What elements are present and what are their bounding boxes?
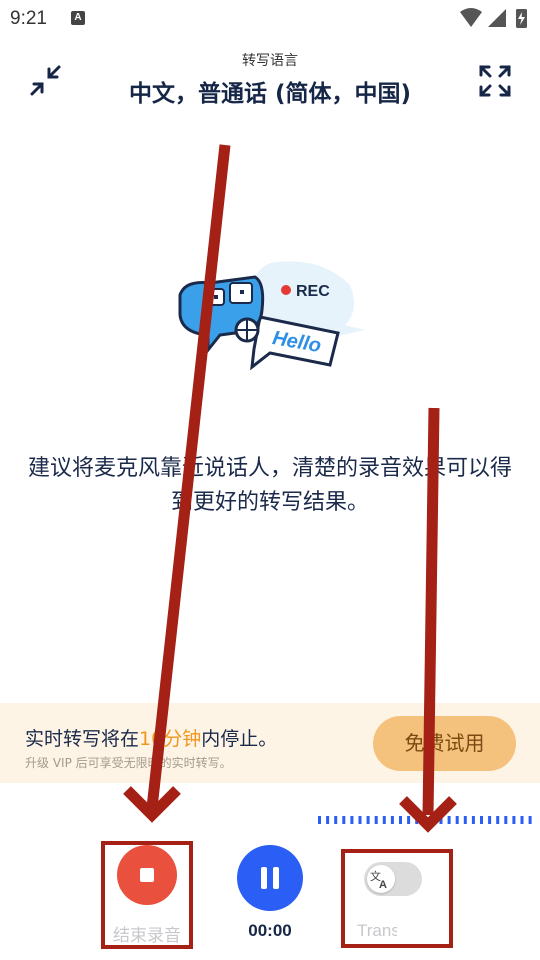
recording-timer: 00:00: [248, 921, 292, 940]
banner-highlight: 10分钟: [139, 728, 202, 750]
waveform-bar: [480, 816, 483, 824]
waveform-bar: [496, 816, 500, 824]
audio-waveform: [318, 816, 532, 824]
status-time: 9:21: [10, 8, 47, 29]
notification-icon: A: [71, 11, 85, 25]
waveform-bar: [350, 816, 354, 824]
waveform-bar: [399, 816, 402, 824]
recording-tip: 建议将麦克风靠近说话人，清楚的录音效果可以得到更好的转写结果。: [27, 456, 512, 515]
recording-illustration: Hello REC: [178, 261, 365, 371]
waveform-bar: [366, 816, 370, 824]
waveform-bar: [447, 816, 451, 824]
waveform-bar: [374, 816, 378, 824]
waveform-bar: [520, 816, 524, 824]
waveform-bar: [342, 816, 346, 824]
pause-button[interactable]: [237, 845, 303, 911]
signal-icon: [488, 9, 506, 27]
waveform-bar: [504, 816, 508, 824]
free-trial-button[interactable]: 免费试用: [373, 716, 516, 771]
waveform-bar: [334, 816, 338, 824]
waveform-bar: [423, 816, 427, 824]
waveform-bar: [382, 816, 386, 824]
waveform-bar: [512, 816, 516, 824]
waveform-bar: [488, 816, 492, 824]
wifi-icon: [460, 8, 482, 27]
waveform-bar: [528, 816, 532, 824]
waveform-bar: [431, 816, 435, 824]
banner-subtext: 升级 VIP 后可享受无限时的实时转写。: [25, 756, 232, 770]
annotation-box-translate: [341, 849, 453, 948]
rec-text: REC: [296, 283, 330, 300]
language-selector[interactable]: 中文，普通话 (简体，中国): [0, 74, 540, 108]
annotation-box-stop: [101, 841, 193, 949]
status-icons: [460, 8, 527, 28]
waveform-bar: [471, 816, 475, 824]
language-label: 转写语言: [242, 53, 298, 69]
status-bar: 9:21 A: [0, 0, 540, 40]
waveform-bar: [415, 816, 419, 824]
banner-suffix: 内停止。: [201, 728, 278, 750]
waveform-bar: [318, 816, 321, 824]
rec-dot-icon: [281, 285, 291, 295]
waveform-bar: [358, 816, 362, 824]
waveform-bar: [463, 816, 467, 824]
waveform-bar: [326, 816, 330, 824]
waveform-bar: [407, 816, 411, 824]
waveform-bar: [439, 816, 443, 824]
banner-message: 实时转写将在10分钟内停止。: [25, 724, 277, 751]
waveform-bar: [390, 816, 394, 824]
fullscreen-icon[interactable]: [477, 63, 513, 99]
waveform-bar: [455, 816, 459, 824]
banner-prefix: 实时转写将在: [25, 728, 140, 750]
